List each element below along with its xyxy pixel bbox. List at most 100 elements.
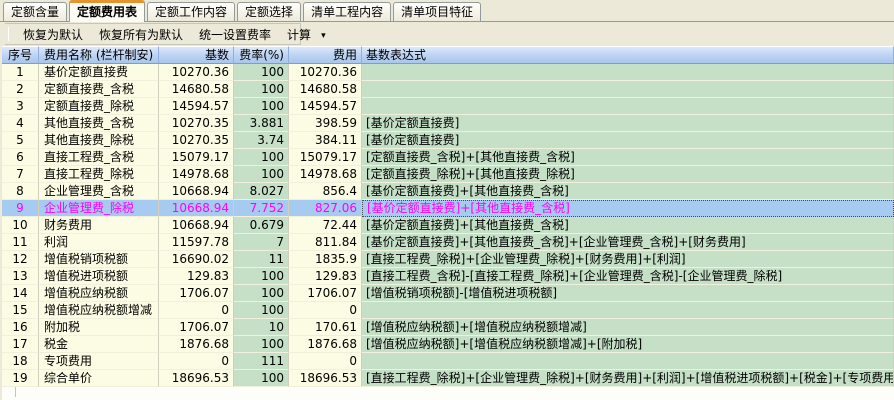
cell-fee[interactable]: 1835.9 — [289, 251, 362, 268]
cell-fee[interactable]: 14680.58 — [289, 81, 362, 98]
cell-base-expression[interactable] — [362, 64, 894, 81]
cell-base-expression[interactable]: [基价定额直接费]+[其他直接费_含税] — [362, 217, 894, 234]
tab-4[interactable]: 清单工程内容 — [303, 2, 391, 21]
cell-rate[interactable]: 100 — [234, 149, 289, 166]
cell-fee[interactable]: 827.06 — [289, 200, 362, 217]
cell-fee-name[interactable]: 企业管理费_含税 — [39, 183, 159, 200]
cell-serial[interactable]: 10 — [2, 217, 39, 234]
cell-base[interactable]: 10270.35 — [159, 115, 234, 132]
cell-base-expression[interactable]: [增值税应纳税额]+[增值税应纳税额增减]+[附加税] — [362, 336, 894, 353]
cell-rate[interactable]: 10 — [234, 319, 289, 336]
cell-fee-name[interactable]: 基价定额直接费 — [39, 64, 159, 81]
cell-rate[interactable]: 3.74 — [234, 132, 289, 149]
cell-base[interactable]: 11597.78 — [159, 234, 234, 251]
cell-serial[interactable]: 9 — [2, 200, 39, 217]
table-row[interactable]: 5其他直接费_除税10270.353.74384.11[基价定额直接费] — [2, 132, 894, 149]
cell-fee-name[interactable]: 附加税 — [39, 319, 159, 336]
cell-rate[interactable]: 7 — [234, 234, 289, 251]
toolbar-button-0[interactable]: 恢复为默认 — [15, 24, 91, 44]
column-header-1[interactable]: 费用名称 (栏杆制安) — [39, 46, 159, 64]
cell-serial[interactable]: 6 — [2, 149, 39, 166]
table-row[interactable]: 16附加税1706.0710170.61[增值税应纳税额]+[增值税应纳税额增减… — [2, 319, 894, 336]
cell-base-expression[interactable] — [362, 81, 894, 98]
cell-base[interactable]: 10270.36 — [159, 64, 234, 81]
cell-serial[interactable]: 16 — [2, 319, 39, 336]
cell-serial[interactable]: 11 — [2, 234, 39, 251]
table-row[interactable]: 14增值税应纳税额1706.071001706.07[增值税销项税额]-[增值税… — [2, 285, 894, 302]
table-row[interactable]: 19综合单价18696.5310018696.53[直接工程费_除税]+[企业管… — [2, 370, 894, 387]
cell-base[interactable]: 14978.68 — [159, 166, 234, 183]
cell-base[interactable]: 0 — [159, 353, 234, 370]
toolbar-button-2[interactable]: 统一设置费率 — [191, 24, 279, 44]
cell-fee-name[interactable]: 综合单价 — [39, 370, 159, 387]
cell-fee-name[interactable]: 直接工程费_含税 — [39, 149, 159, 166]
cell-fee[interactable]: 170.61 — [289, 319, 362, 336]
cell-fee-name[interactable]: 定额直接费_含税 — [39, 81, 159, 98]
tab-0[interactable]: 定额含量 — [3, 2, 67, 21]
tab-5[interactable]: 清单项目特征 — [393, 2, 481, 21]
table-row[interactable]: 7直接工程费_除税14978.6810014978.68[定额直接费_除税]+[… — [2, 166, 894, 183]
cell-serial[interactable]: 5 — [2, 132, 39, 149]
table-row[interactable]: 1基价定额直接费10270.3610010270.36 — [2, 64, 894, 81]
cell-rate[interactable]: 100 — [234, 98, 289, 115]
cell-base[interactable]: 129.83 — [159, 268, 234, 285]
cell-fee-name[interactable]: 定额直接费_除税 — [39, 98, 159, 115]
cell-rate[interactable]: 100 — [234, 302, 289, 319]
cell-base[interactable]: 1876.68 — [159, 336, 234, 353]
cell-base-expression[interactable]: [直接工程费_除税]+[企业管理费_除税]+[财务费用]+[利润]+[增值税进项… — [362, 370, 894, 387]
cell-fee[interactable]: 0 — [289, 302, 362, 319]
tab-2[interactable]: 定额工作内容 — [147, 2, 235, 21]
cell-base[interactable]: 18696.53 — [159, 370, 234, 387]
cell-serial[interactable]: 8 — [2, 183, 39, 200]
cell-fee[interactable]: 811.84 — [289, 234, 362, 251]
cell-fee[interactable]: 72.44 — [289, 217, 362, 234]
table-row[interactable]: 2定额直接费_含税14680.5810014680.58 — [2, 81, 894, 98]
cell-rate[interactable]: 11 — [234, 251, 289, 268]
table-row[interactable]: 11利润11597.787811.84[基价定额直接费]+[其他直接费_含税]+… — [2, 234, 894, 251]
cell-serial[interactable]: 18 — [2, 353, 39, 370]
cell-fee-name[interactable]: 增值税应纳税额 — [39, 285, 159, 302]
column-header-4[interactable]: 费用 — [289, 46, 362, 64]
cell-rate[interactable]: 100 — [234, 285, 289, 302]
cell-base-expression[interactable]: [基价定额直接费] — [362, 115, 894, 132]
toolbar-overflow-chevron-icon[interactable]: ▾ — [319, 27, 332, 41]
cell-fee[interactable]: 0 — [289, 353, 362, 370]
cell-fee[interactable]: 14594.57 — [289, 98, 362, 115]
cell-base-expression[interactable]: [直接工程费_除税]+[企业管理费_除税]+[财务费用]+[利润] — [362, 251, 894, 268]
table-row[interactable]: 15增值税应纳税额增减01000 — [2, 302, 894, 319]
cell-base-expression[interactable] — [362, 98, 894, 115]
tab-3[interactable]: 定额选择 — [237, 2, 301, 21]
cell-fee-name[interactable]: 直接工程费_除税 — [39, 166, 159, 183]
cell-base-expression[interactable]: [基价定额直接费] — [362, 132, 894, 149]
cell-fee-name[interactable]: 企业管理费_除税 — [39, 200, 159, 217]
cell-fee[interactable]: 1876.68 — [289, 336, 362, 353]
cell-base[interactable]: 15079.17 — [159, 149, 234, 166]
cell-rate[interactable]: 7.752 — [234, 200, 289, 217]
cell-base-expression[interactable]: [直接工程费_含税]-[直接工程费_除税]+[企业管理费_含税]-[企业管理费_… — [362, 268, 894, 285]
cell-serial[interactable]: 15 — [2, 302, 39, 319]
cell-base-expression[interactable] — [362, 353, 894, 370]
cell-base[interactable]: 10668.94 — [159, 200, 234, 217]
column-header-5[interactable]: 基数表达式 — [362, 46, 894, 64]
cell-fee[interactable]: 14978.68 — [289, 166, 362, 183]
cell-rate[interactable]: 100 — [234, 370, 289, 387]
table-row[interactable]: 8企业管理费_含税10668.948.027856.4[基价定额直接费]+[其他… — [2, 183, 894, 200]
cell-fee-name[interactable]: 其他直接费_含税 — [39, 115, 159, 132]
cell-rate[interactable]: 100 — [234, 81, 289, 98]
cell-fee[interactable]: 18696.53 — [289, 370, 362, 387]
cell-fee[interactable]: 856.4 — [289, 183, 362, 200]
column-header-3[interactable]: 费率(%) — [234, 46, 289, 64]
cell-fee[interactable]: 10270.36 — [289, 64, 362, 81]
cell-fee[interactable]: 129.83 — [289, 268, 362, 285]
cell-base-expression[interactable]: [基价定额直接费]+[其他直接费_含税] — [362, 200, 894, 217]
cell-serial[interactable]: 2 — [2, 81, 39, 98]
table-row[interactable]: 13增值税进项税额129.83100129.83[直接工程费_含税]-[直接工程… — [2, 268, 894, 285]
cell-rate[interactable]: 100 — [234, 268, 289, 285]
cell-rate[interactable]: 100 — [234, 166, 289, 183]
cell-fee-name[interactable]: 财务费用 — [39, 217, 159, 234]
cell-serial[interactable]: 7 — [2, 166, 39, 183]
cell-serial[interactable]: 17 — [2, 336, 39, 353]
cell-base-expression[interactable]: [基价定额直接费]+[其他直接费_含税] — [362, 183, 894, 200]
table-row[interactable]: 6直接工程费_含税15079.1710015079.17[定额直接费_含税]+[… — [2, 149, 894, 166]
cell-fee-name[interactable]: 增值税进项税额 — [39, 268, 159, 285]
